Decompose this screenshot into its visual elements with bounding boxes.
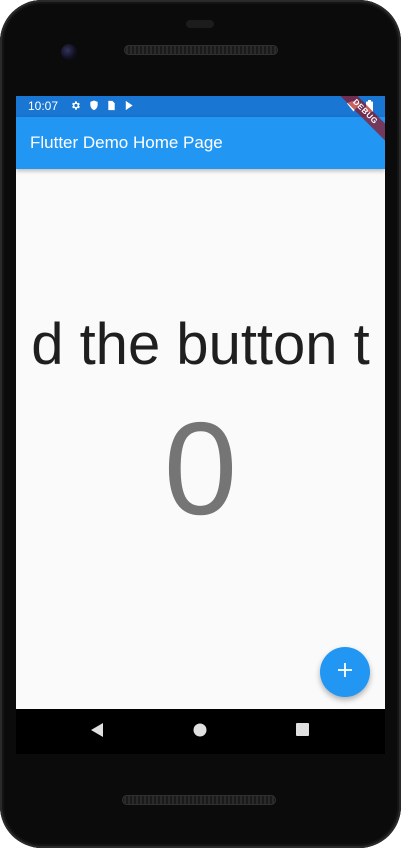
recent-apps-button[interactable] bbox=[292, 722, 312, 742]
status-bar: 10:07 bbox=[16, 96, 385, 117]
instruction-text: d the button t bbox=[31, 312, 370, 377]
device-screen: 10:07 DEBUG Flutter Demo Home Page d the… bbox=[16, 96, 385, 709]
app-bar: Flutter Demo Home Page bbox=[16, 117, 385, 169]
status-time: 10:07 bbox=[28, 99, 59, 113]
status-icons-left bbox=[70, 100, 134, 111]
page-title: Flutter Demo Home Page bbox=[30, 133, 223, 152]
front-camera bbox=[61, 44, 77, 60]
back-button[interactable] bbox=[87, 722, 107, 742]
increment-button[interactable] bbox=[320, 647, 370, 697]
main-content: d the button t 0 bbox=[16, 169, 385, 709]
add-icon bbox=[337, 662, 353, 683]
home-button[interactable] bbox=[190, 722, 210, 742]
sim-card-icon bbox=[107, 100, 116, 111]
system-nav-bar bbox=[16, 709, 385, 754]
phone-frame: 10:07 DEBUG Flutter Demo Home Page d the… bbox=[0, 0, 401, 848]
gear-icon bbox=[70, 100, 81, 111]
recent-apps-icon bbox=[295, 723, 309, 741]
earpiece bbox=[186, 20, 214, 28]
play-store-icon bbox=[124, 100, 134, 111]
bottom-speaker-grille bbox=[122, 795, 276, 805]
back-icon bbox=[90, 722, 104, 742]
shield-icon bbox=[89, 100, 99, 111]
top-speaker-grille bbox=[124, 45, 278, 55]
counter-value: 0 bbox=[163, 395, 238, 542]
home-icon bbox=[193, 723, 207, 742]
